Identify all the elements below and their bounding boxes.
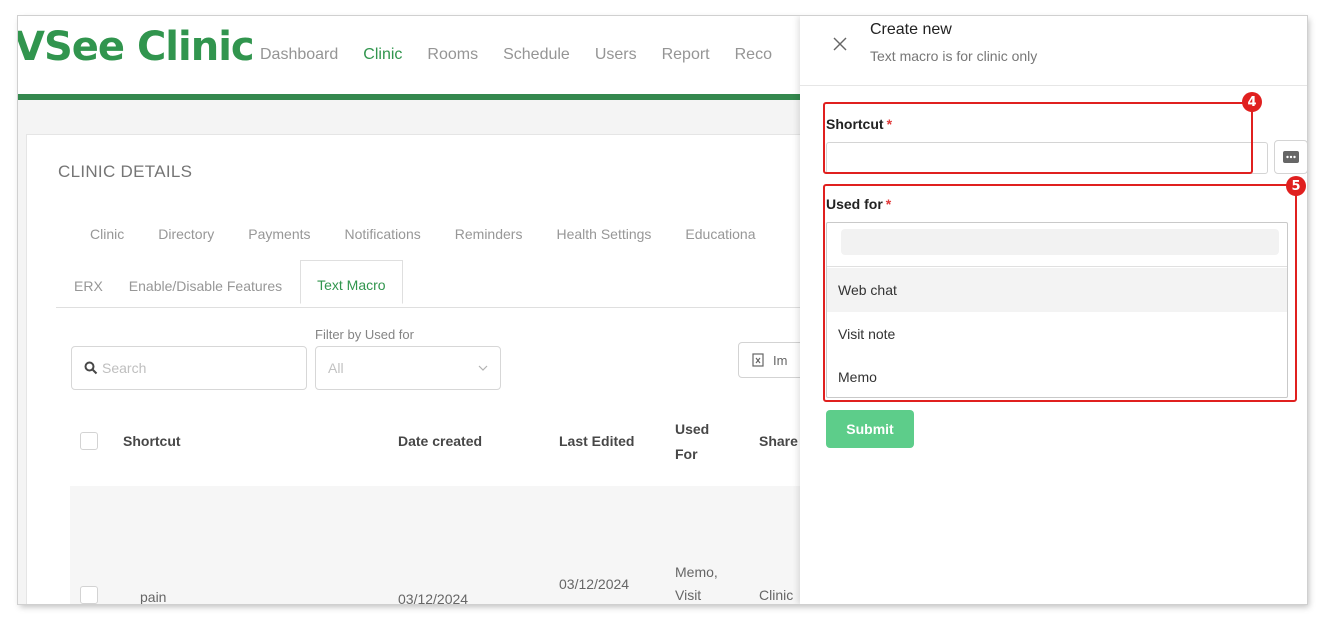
drawer-header: Create new Text macro is for clinic only bbox=[800, 16, 1307, 86]
annotation-badge-4: 4 bbox=[1242, 92, 1262, 112]
close-icon[interactable] bbox=[832, 36, 848, 52]
annotation-badge-5: 5 bbox=[1286, 176, 1306, 196]
insert-variable-button[interactable] bbox=[1274, 140, 1307, 174]
drawer-subtitle: Text macro is for clinic only bbox=[870, 48, 1038, 64]
more-dots-icon bbox=[1283, 151, 1299, 163]
drawer-title: Create new bbox=[870, 21, 952, 38]
annotation-box-shortcut bbox=[823, 102, 1253, 174]
annotation-box-used-for bbox=[823, 184, 1297, 402]
overlay-backdrop[interactable] bbox=[18, 16, 800, 604]
submit-button[interactable]: Submit bbox=[826, 410, 914, 448]
screenshot-frame: VSee Clinic Dashboard Clinic Rooms Sched… bbox=[18, 16, 1307, 604]
